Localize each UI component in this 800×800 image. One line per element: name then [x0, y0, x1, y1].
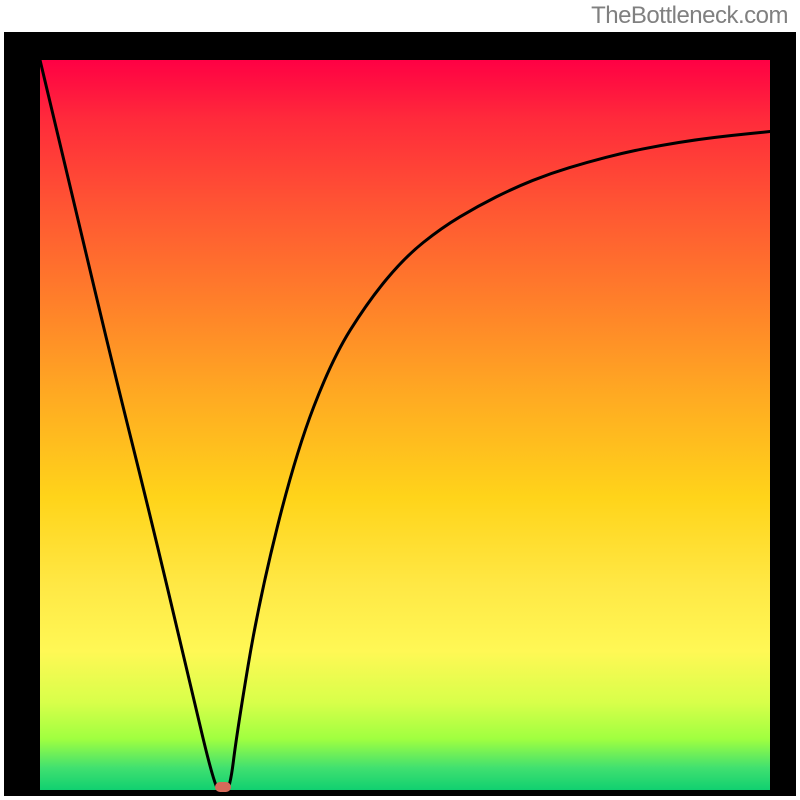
attribution-label: TheBottleneck.com: [591, 2, 788, 30]
chart-container: TheBottleneck.com: [0, 0, 800, 800]
line-curve: [40, 60, 770, 790]
chart-frame: [4, 32, 796, 796]
plot-area: [40, 60, 770, 790]
optimal-point-marker: [215, 782, 231, 792]
